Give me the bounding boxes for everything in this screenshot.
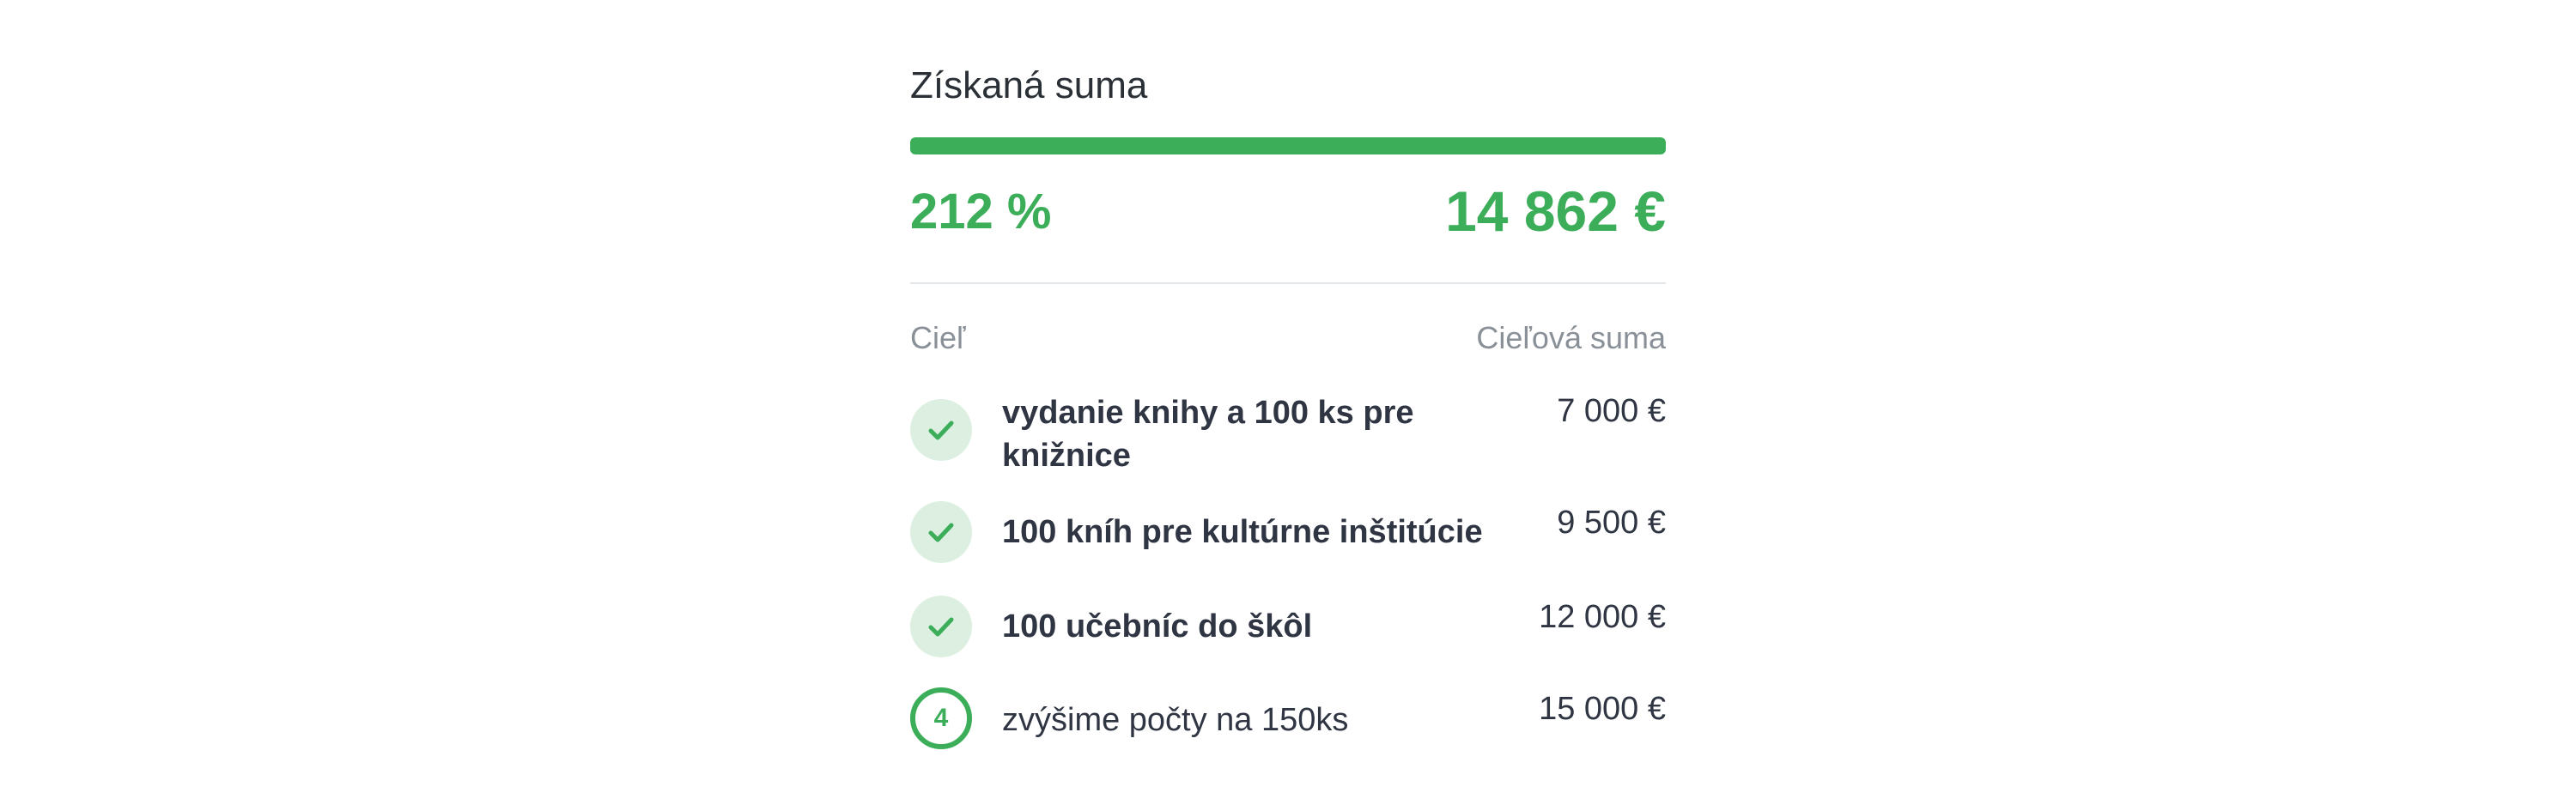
- funding-progress-bar: [910, 137, 1666, 154]
- goal-text: vydanie knihy a 100 ks pre knižnice: [1002, 395, 1414, 474]
- goal-column-header: Cieľ: [910, 320, 966, 355]
- sum-column-header: Cieľová suma: [1476, 320, 1666, 355]
- goal-text: 100 kníh pre kultúrne inštitúcie: [1002, 514, 1483, 550]
- funding-percent: 212 %: [910, 184, 1052, 239]
- goal-row: vydanie knihy a 100 ks pre knižnice 7 00…: [910, 391, 1666, 486]
- goal-row: 100 kníh pre kultúrne inštitúcie 9 500 €: [910, 501, 1666, 570]
- check-icon: [928, 617, 954, 637]
- goal-sum: 12 000 €: [1539, 599, 1666, 635]
- funding-title: Získaná suma: [910, 64, 1148, 106]
- goal-sum: 9 500 €: [1557, 505, 1666, 541]
- funding-progress-fill: [910, 137, 1666, 154]
- check-icon: [928, 523, 954, 542]
- goal-achieved-badge: [910, 399, 972, 461]
- goal-row: 100 učebníc do škôl 12 000 €: [910, 596, 1666, 664]
- goal-number-badge: 4: [910, 687, 972, 749]
- goal-text: 100 učebníc do škôl: [1002, 608, 1313, 645]
- goal-row: 4 zvýšime počty na 150ks 15 000 €: [910, 687, 1666, 755]
- divider: [910, 282, 1666, 284]
- funding-amount: 14 862 €: [1445, 179, 1666, 243]
- goal-text: zvýšime počty na 150ks: [1002, 702, 1349, 738]
- goal-achieved-badge: [910, 501, 972, 563]
- goal-achieved-badge: [910, 596, 972, 657]
- goal-sum: 15 000 €: [1539, 691, 1666, 727]
- goal-sum: 7 000 €: [1557, 393, 1666, 429]
- check-icon: [928, 421, 954, 440]
